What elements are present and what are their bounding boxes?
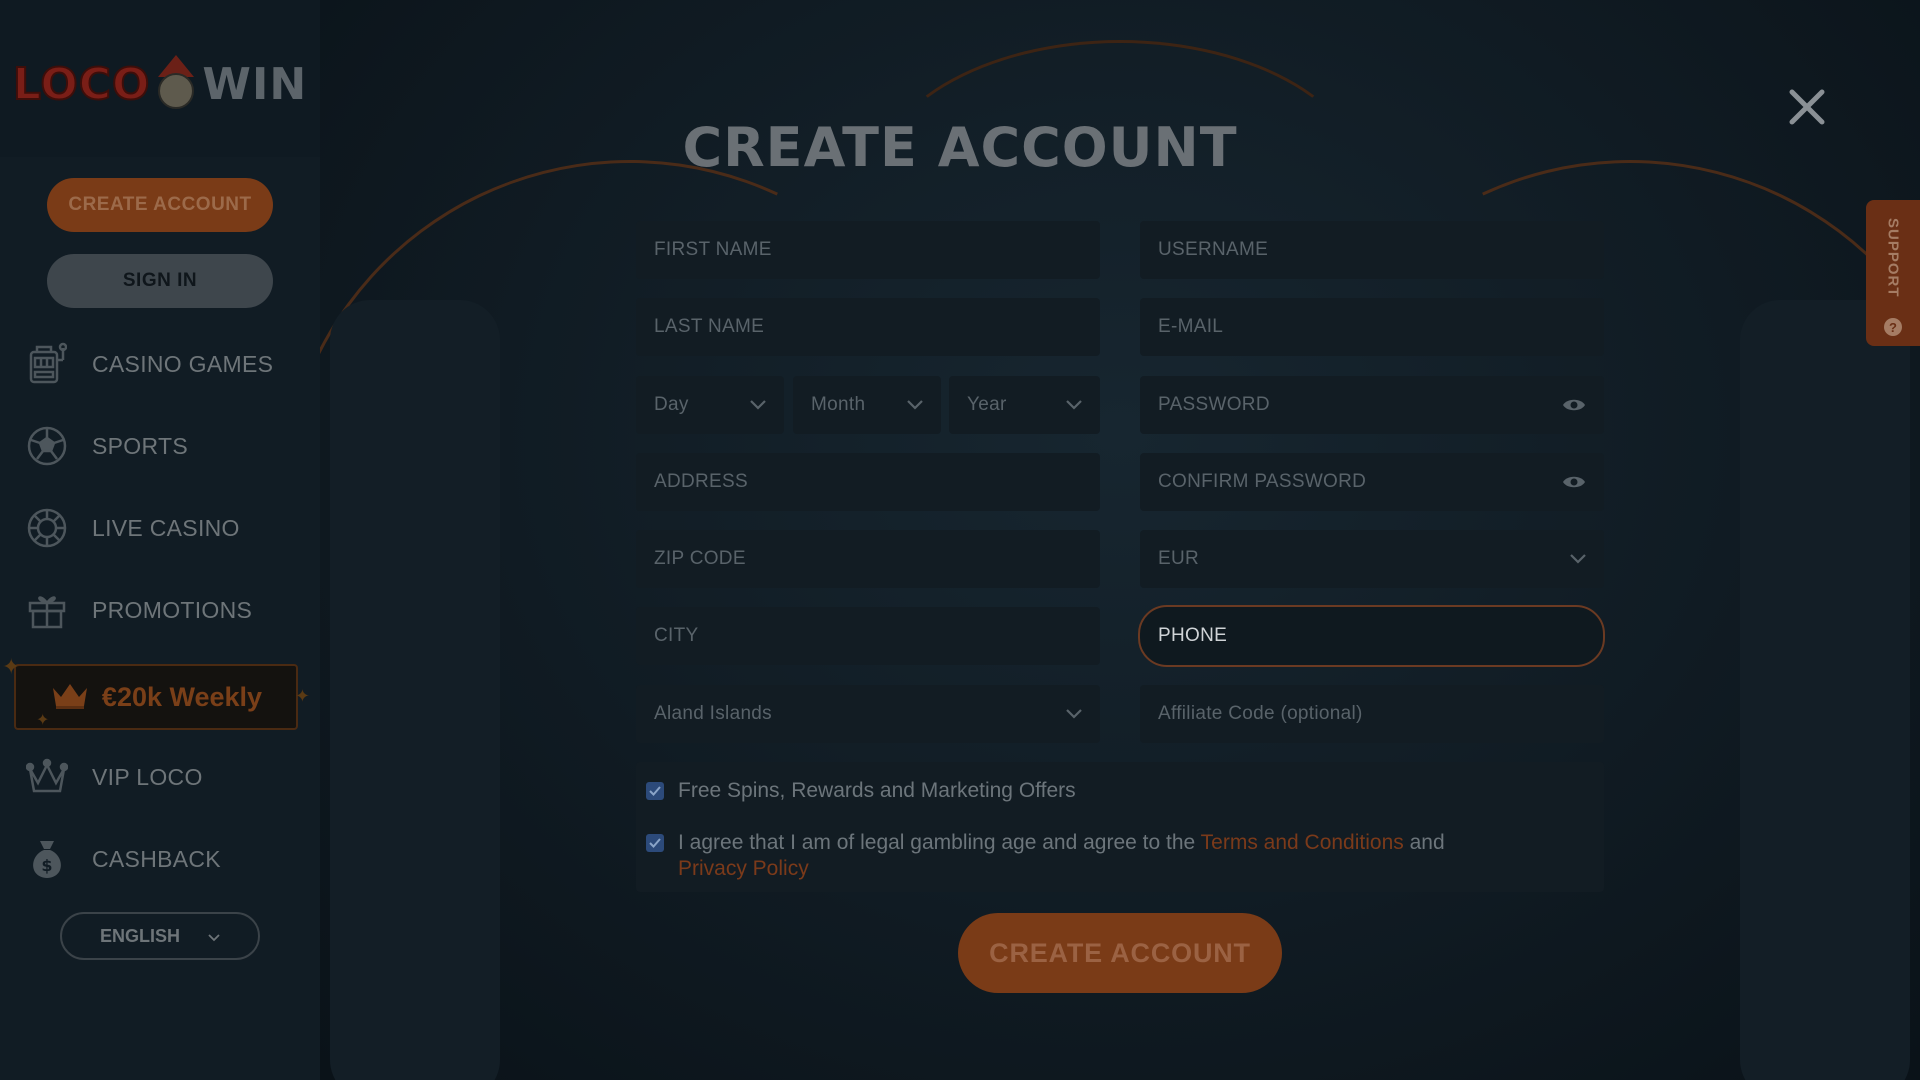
- logo[interactable]: LOCO WIN: [12, 54, 308, 115]
- last-name-input[interactable]: LAST NAME: [636, 298, 1100, 356]
- username-input[interactable]: USERNAME: [1140, 221, 1604, 279]
- terms-checkbox[interactable]: [646, 834, 664, 852]
- marketing-consent-row: Free Spins, Rewards and Marketing Offers: [646, 778, 1076, 804]
- zip-code-input[interactable]: ZIP CODE: [636, 530, 1100, 588]
- sparkle-icon: ✦: [294, 686, 310, 706]
- jester-logo-icon: [154, 54, 198, 115]
- country-value: Aland Islands: [654, 703, 772, 724]
- chevron-down-icon: [208, 926, 220, 947]
- marketing-consent-label: Free Spins, Rewards and Marketing Offers: [678, 779, 1076, 802]
- privacy-policy-link[interactable]: Privacy Policy: [678, 857, 809, 880]
- terms-link[interactable]: Terms and Conditions: [1201, 831, 1404, 854]
- language-label: ENGLISH: [99, 925, 180, 946]
- sparkle-icon: ✦: [2, 654, 21, 679]
- language-select[interactable]: ENGLISH: [60, 912, 260, 960]
- sidebar-item-label: SPORTS: [92, 432, 188, 459]
- first-name-input[interactable]: FIRST NAME: [636, 221, 1100, 279]
- background-arch: [870, 40, 1370, 340]
- password-input[interactable]: PASSWORD: [1140, 376, 1604, 434]
- background-pillar: [330, 300, 500, 1080]
- sidebar-item-label: PROMOTIONS: [92, 596, 253, 623]
- currency-select[interactable]: EUR: [1140, 530, 1604, 588]
- city-input[interactable]: CITY: [636, 607, 1100, 665]
- email-placeholder: E-MAIL: [1158, 316, 1224, 337]
- logo-text-loco: LOCO: [12, 58, 151, 111]
- jester-crown-icon: [24, 754, 70, 800]
- casino-chip-icon: [24, 505, 70, 551]
- close-button[interactable]: [1782, 84, 1832, 134]
- affiliate-code-input[interactable]: Affiliate Code (optional): [1140, 685, 1604, 743]
- currency-value: EUR: [1158, 548, 1200, 569]
- birth-day-select[interactable]: Day: [636, 376, 784, 434]
- address-input[interactable]: ADDRESS: [636, 453, 1100, 511]
- day-placeholder: Day: [654, 394, 689, 415]
- sidebar-item-casino-games[interactable]: CASINO GAMES: [24, 338, 304, 390]
- close-icon: [1788, 88, 1826, 131]
- confirm-password-placeholder: CONFIRM PASSWORD: [1158, 471, 1367, 492]
- birth-month-select[interactable]: Month: [793, 376, 941, 434]
- crown-icon: [50, 680, 90, 715]
- gift-icon: [24, 587, 70, 633]
- chevron-down-icon: [1066, 709, 1082, 719]
- sidebar-item-label: CASINO GAMES: [92, 350, 274, 377]
- sidebar-create-account-button[interactable]: CREATE ACCOUNT: [47, 178, 273, 232]
- svg-text:$: $: [41, 856, 52, 875]
- sidebar-item-vip-loco[interactable]: VIP LOCO: [24, 751, 304, 803]
- money-bag-icon: $: [24, 836, 70, 882]
- address-placeholder: ADDRESS: [654, 471, 748, 492]
- sidebar-item-live-casino[interactable]: LIVE CASINO: [24, 502, 304, 554]
- chevron-down-icon: [907, 400, 923, 410]
- create-account-submit-button[interactable]: CREATE ACCOUNT: [958, 913, 1282, 993]
- first-name-placeholder: FIRST NAME: [654, 239, 772, 260]
- sidebar-item-promotions[interactable]: PROMOTIONS: [24, 584, 304, 636]
- last-name-placeholder: LAST NAME: [654, 316, 765, 337]
- zip-code-placeholder: ZIP CODE: [654, 548, 746, 569]
- marketing-checkbox[interactable]: [646, 782, 664, 800]
- support-label: SUPPORT: [1884, 218, 1902, 298]
- month-placeholder: Month: [811, 394, 866, 415]
- confirm-password-input[interactable]: CONFIRM PASSWORD: [1140, 453, 1604, 511]
- email-input[interactable]: E-MAIL: [1140, 298, 1604, 356]
- modal-title: CREATE ACCOUNT: [682, 116, 1238, 179]
- terms-consent-row: I agree that I am of legal gambling age …: [646, 830, 1546, 882]
- sidebar-item-label: LIVE CASINO: [92, 514, 240, 541]
- slot-machine-icon: [24, 341, 70, 387]
- soccer-ball-icon: [24, 423, 70, 469]
- phone-input[interactable]: PHONE: [1138, 605, 1605, 667]
- chevron-down-icon: [750, 400, 766, 410]
- weekly-promo-badge[interactable]: ✦ ✦ ✦ €20k Weekly: [2, 654, 310, 730]
- question-mark-icon: ?: [1884, 318, 1902, 336]
- weekly-promo-label: €20k Weekly: [101, 681, 263, 712]
- sidebar-item-label: CASHBACK: [92, 845, 221, 872]
- username-placeholder: USERNAME: [1158, 239, 1269, 260]
- chevron-down-icon: [1066, 400, 1082, 410]
- sidebar-item-label: VIP LOCO: [92, 763, 203, 790]
- background-pillar: [1740, 300, 1910, 1080]
- sidebar-item-sports[interactable]: SPORTS: [24, 420, 304, 472]
- terms-and-text: and: [1409, 831, 1445, 854]
- password-placeholder: PASSWORD: [1158, 394, 1270, 415]
- city-placeholder: CITY: [654, 625, 699, 646]
- sidebar-sign-in-button[interactable]: SIGN IN: [47, 254, 273, 308]
- terms-prefix-text: I agree that I am of legal gambling age …: [678, 831, 1196, 854]
- phone-placeholder: PHONE: [1158, 625, 1228, 646]
- terms-consent-label: I agree that I am of legal gambling age …: [678, 830, 1445, 882]
- sidebar-item-cashback[interactable]: $ CASHBACK: [24, 833, 304, 885]
- birth-year-select[interactable]: Year: [949, 376, 1100, 434]
- chevron-down-icon: [1570, 554, 1586, 564]
- eye-icon[interactable]: [1562, 474, 1586, 490]
- consent-panel: Free Spins, Rewards and Marketing Offers…: [636, 762, 1604, 892]
- sparkle-icon: ✦: [36, 712, 50, 729]
- affiliate-code-placeholder: Affiliate Code (optional): [1158, 703, 1363, 724]
- year-placeholder: Year: [967, 394, 1007, 415]
- country-select[interactable]: Aland Islands: [636, 685, 1100, 743]
- logo-text-win: WIN: [202, 59, 308, 110]
- eye-icon[interactable]: [1562, 397, 1586, 413]
- support-tab[interactable]: SUPPORT ?: [1866, 200, 1920, 346]
